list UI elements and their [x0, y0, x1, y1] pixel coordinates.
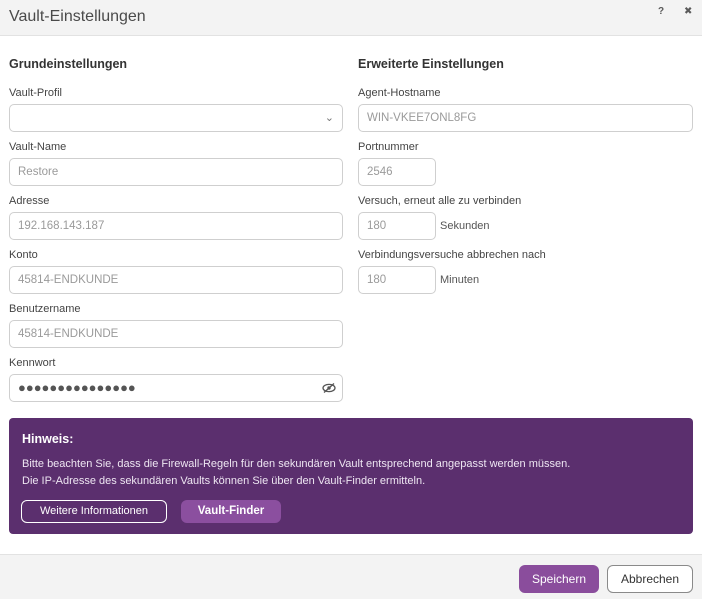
retry-interval-unit: Sekunden: [440, 220, 490, 232]
notice-text-line-1: Bitte beachten Sie, dass die Firewall-Re…: [22, 458, 571, 470]
abort-after-unit: Minuten: [440, 274, 480, 286]
password-label: Kennwort: [9, 357, 56, 369]
basic-settings-title: Grundeinstellungen: [9, 57, 128, 71]
chevron-down-icon: ⌄: [324, 112, 334, 124]
account-label: Konto: [9, 249, 38, 261]
address-input[interactable]: 192.168.143.187: [9, 212, 343, 240]
dialog-title: Vault-Einstellungen: [9, 8, 146, 25]
vault-finder-button[interactable]: Vault-Finder: [181, 500, 281, 523]
save-button[interactable]: Speichern: [519, 565, 599, 593]
username-input[interactable]: 45814-ENDKUNDE: [9, 320, 343, 348]
notice-text-line-2: Die IP-Adresse des sekundären Vaults kön…: [22, 475, 426, 487]
notice-box: Hinweis: Bitte beachten Sie, dass die Fi…: [9, 418, 693, 534]
retry-interval-label: Versuch, erneut alle zu verbinden: [358, 195, 522, 207]
agent-hostname-input[interactable]: WIN-VKEE7ONL8FG: [358, 104, 693, 132]
vault-name-label: Vault-Name: [9, 141, 67, 153]
more-info-button[interactable]: Weitere Informationen: [21, 500, 167, 523]
vault-settings-dialog: Vault-Einstellungen ? ✖ Grundeinstellung…: [0, 0, 702, 599]
address-label: Adresse: [9, 195, 50, 207]
close-icon[interactable]: ✖: [684, 6, 692, 17]
password-masked-value: ●●●●●●●●●●●●●●●: [18, 380, 136, 395]
account-input[interactable]: 45814-ENDKUNDE: [9, 266, 343, 294]
notice-title: Hinweis:: [22, 432, 74, 446]
help-icon[interactable]: ?: [658, 6, 664, 17]
vault-profile-select[interactable]: ⌄: [9, 104, 343, 132]
cancel-button[interactable]: Abbrechen: [607, 565, 693, 593]
retry-interval-input[interactable]: 180: [358, 212, 436, 240]
abort-after-label: Verbindungsversuche abbrechen nach: [358, 249, 546, 261]
eye-slash-icon[interactable]: [322, 383, 336, 393]
username-label: Benutzername: [9, 303, 81, 315]
port-input[interactable]: 2546: [358, 158, 436, 186]
dialog-header: Vault-Einstellungen ? ✖: [0, 0, 702, 36]
password-input[interactable]: ●●●●●●●●●●●●●●●: [9, 374, 343, 402]
vault-name-input[interactable]: Restore: [9, 158, 343, 186]
abort-after-input[interactable]: 180: [358, 266, 436, 294]
dialog-footer: Speichern Abbrechen: [0, 554, 702, 599]
port-label: Portnummer: [358, 141, 419, 153]
vault-profile-label: Vault-Profil: [9, 87, 62, 99]
advanced-settings-title: Erweiterte Einstellungen: [358, 57, 504, 71]
agent-hostname-label: Agent-Hostname: [358, 87, 441, 99]
